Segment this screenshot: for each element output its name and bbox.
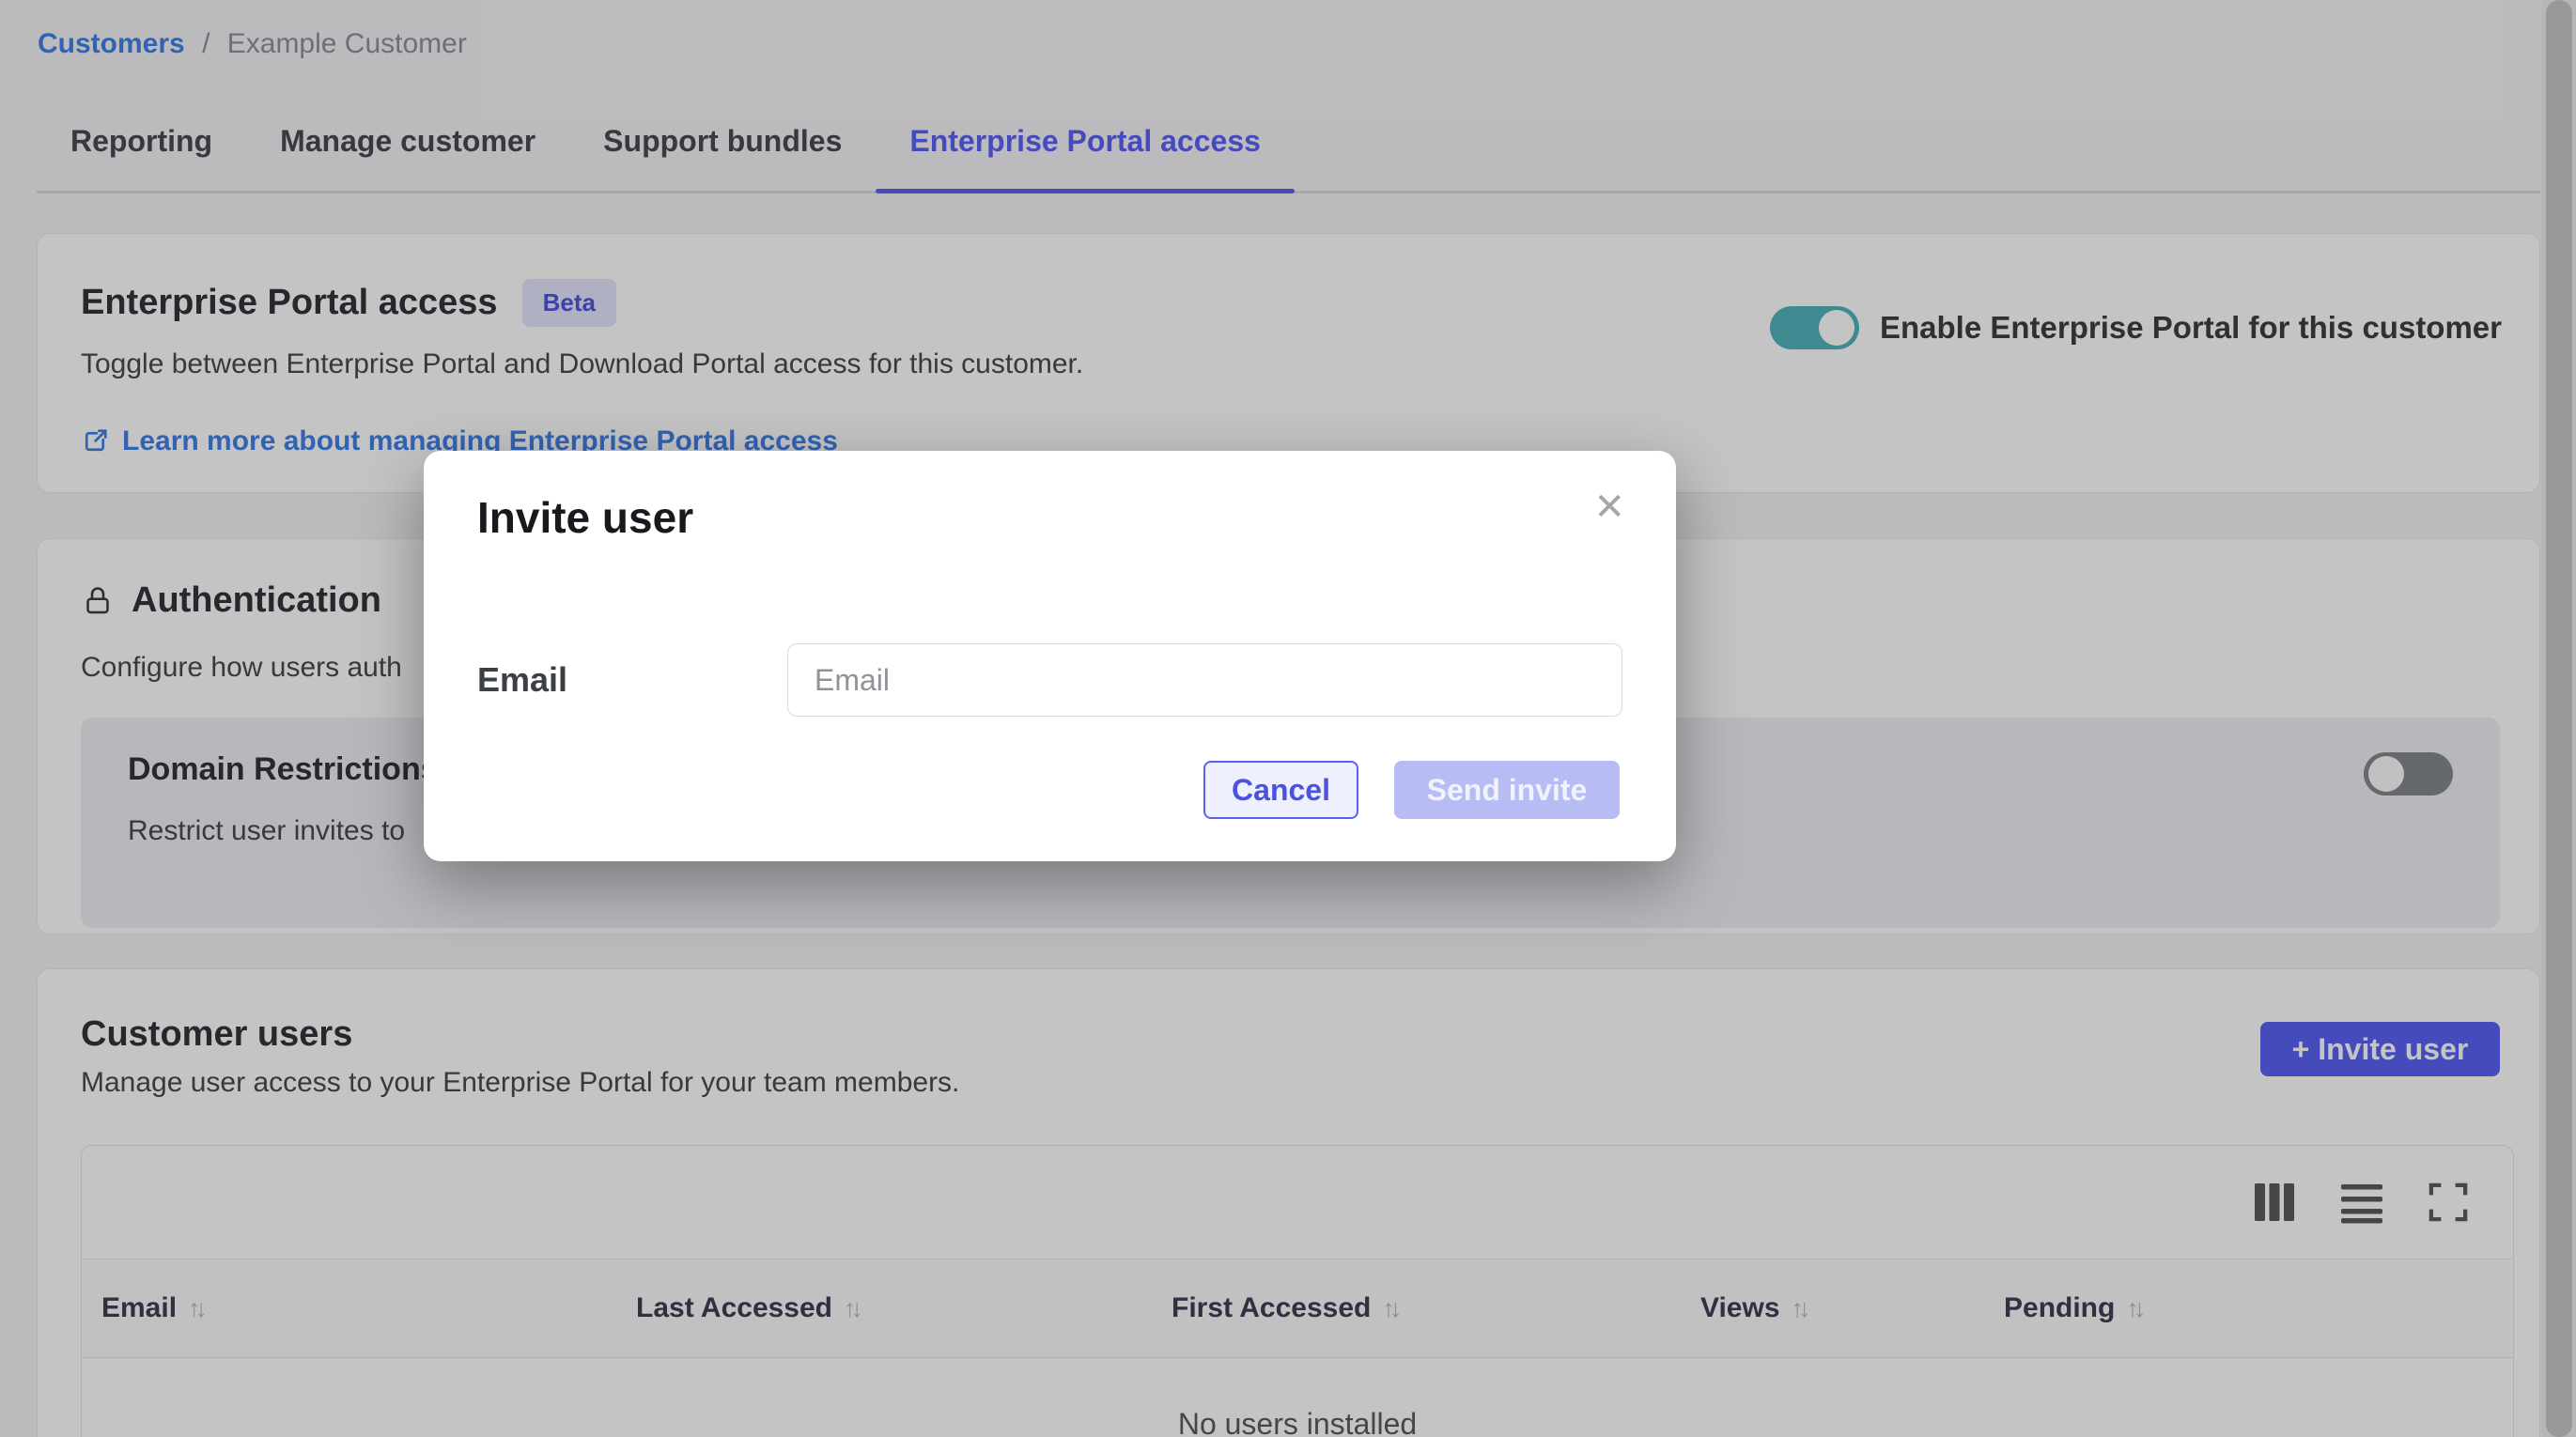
modal-buttons: Cancel Send invite [1203,761,1620,819]
email-form-row: Email [477,643,1622,717]
send-invite-button[interactable]: Send invite [1394,761,1620,819]
invite-user-modal: Invite user ✕ Email Cancel Send invite [424,451,1676,861]
cancel-button[interactable]: Cancel [1203,761,1358,819]
page: Customers / Example Customer Reporting M… [0,0,2576,1437]
email-label: Email [477,660,787,700]
email-field[interactable] [787,643,1622,717]
modal-title: Invite user [477,492,693,543]
close-icon[interactable]: ✕ [1593,488,1625,526]
